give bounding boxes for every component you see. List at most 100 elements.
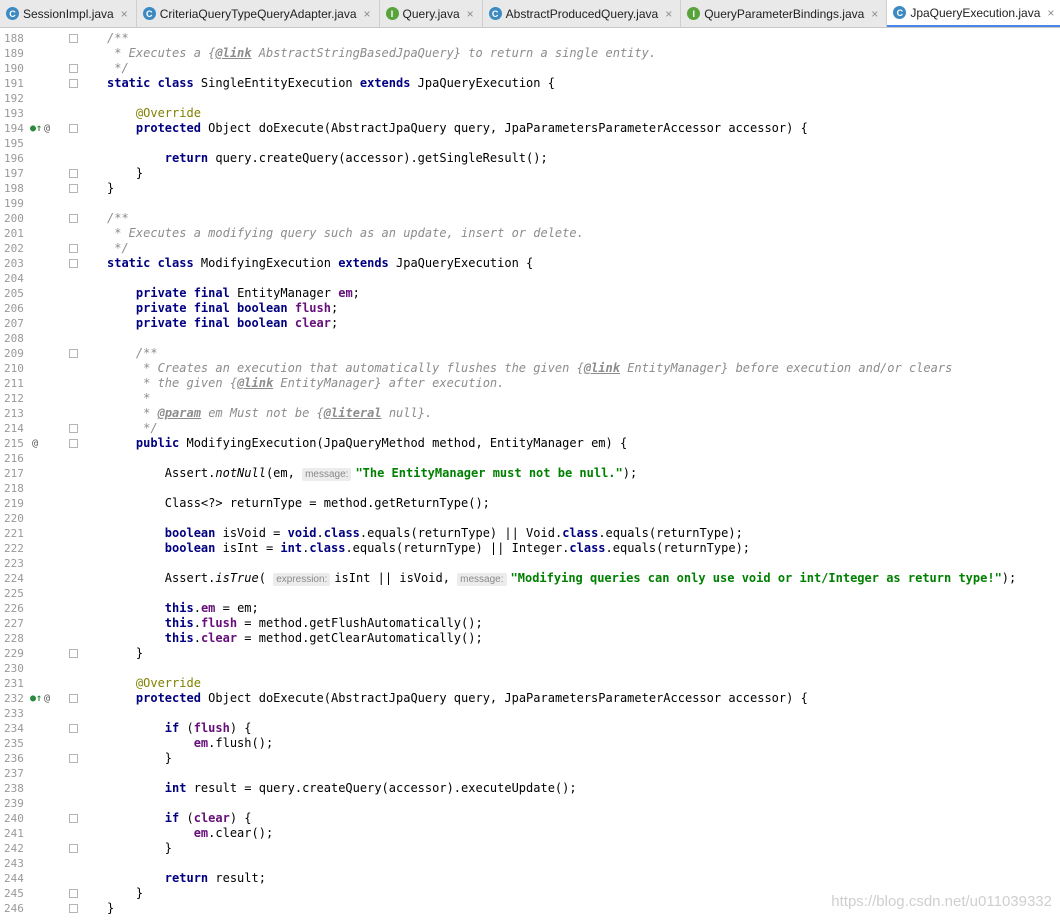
line-number[interactable]: 240: [4, 811, 30, 826]
code-line[interactable]: 218: [0, 481, 1060, 496]
line-number[interactable]: 217: [4, 466, 30, 481]
line-number[interactable]: 192: [4, 91, 30, 106]
line-number[interactable]: 188: [4, 31, 30, 46]
close-tab-icon[interactable]: ×: [121, 7, 128, 21]
line-number[interactable]: 223: [4, 556, 30, 571]
line-number[interactable]: 213: [4, 406, 30, 421]
code-line[interactable]: 240 if (clear) {: [0, 811, 1060, 826]
line-number[interactable]: 211: [4, 376, 30, 391]
code-line[interactable]: 222 boolean isInt = int.class.equals(ret…: [0, 541, 1060, 556]
line-number[interactable]: 242: [4, 841, 30, 856]
line-number[interactable]: 189: [4, 46, 30, 61]
code-line[interactable]: 192: [0, 91, 1060, 106]
fold-toggle-icon[interactable]: [69, 244, 78, 253]
code-editor[interactable]: 188/** 189 * Executes a {@link AbstractSt…: [0, 31, 1060, 920]
code-line[interactable]: 202 */: [0, 241, 1060, 256]
overridden-method-icon[interactable]: ●↑: [30, 693, 42, 704]
line-number[interactable]: 245: [4, 886, 30, 901]
fold-toggle-icon[interactable]: [69, 904, 78, 913]
annotation-icon[interactable]: @: [44, 693, 50, 704]
code-line[interactable]: 211 * the given {@link EntityManager} af…: [0, 376, 1060, 391]
code-line[interactable]: 196 return query.createQuery(accessor).g…: [0, 151, 1060, 166]
code-line[interactable]: 189 * Executes a {@link AbstractStringBa…: [0, 46, 1060, 61]
code-line[interactable]: 216: [0, 451, 1060, 466]
annotation-icon[interactable]: @: [44, 123, 50, 134]
line-number[interactable]: 196: [4, 151, 30, 166]
line-number[interactable]: 208: [4, 331, 30, 346]
tab-criteriaquerytypequeryadapter[interactable]: C CriteriaQueryTypeQueryAdapter.java ×: [137, 0, 380, 27]
line-number[interactable]: 232: [4, 691, 30, 706]
line-number[interactable]: 205: [4, 286, 30, 301]
code-line[interactable]: 212 *: [0, 391, 1060, 406]
line-number[interactable]: 236: [4, 751, 30, 766]
code-line[interactable]: 233: [0, 706, 1060, 721]
line-number[interactable]: 228: [4, 631, 30, 646]
code-line[interactable]: 242 }: [0, 841, 1060, 856]
code-line[interactable]: 227 this.flush = method.getFlushAutomati…: [0, 616, 1060, 631]
line-number[interactable]: 210: [4, 361, 30, 376]
line-number[interactable]: 207: [4, 316, 30, 331]
line-number[interactable]: 212: [4, 391, 30, 406]
code-line[interactable]: 190 */: [0, 61, 1060, 76]
line-number[interactable]: 209: [4, 346, 30, 361]
fold-toggle-icon[interactable]: [69, 649, 78, 658]
code-line[interactable]: 231 @Override: [0, 676, 1060, 691]
line-number[interactable]: 215: [4, 436, 30, 451]
line-number[interactable]: 237: [4, 766, 30, 781]
line-number[interactable]: 234: [4, 721, 30, 736]
line-number[interactable]: 225: [4, 586, 30, 601]
fold-toggle-icon[interactable]: [69, 214, 78, 223]
code-line[interactable]: 236 }: [0, 751, 1060, 766]
fold-toggle-icon[interactable]: [69, 889, 78, 898]
line-number[interactable]: 200: [4, 211, 30, 226]
code-line[interactable]: 237: [0, 766, 1060, 781]
code-line[interactable]: 220: [0, 511, 1060, 526]
code-line[interactable]: 201 * Executes a modifying query such as…: [0, 226, 1060, 241]
code-line[interactable]: 232 ●↑ @ protected Object doExecute(Abstra…: [0, 691, 1060, 706]
code-line[interactable]: 207 private final boolean clear;: [0, 316, 1060, 331]
tab-queryparameterbindings[interactable]: I QueryParameterBindings.java ×: [681, 0, 888, 27]
code-line[interactable]: 206 private final boolean flush;: [0, 301, 1060, 316]
line-number[interactable]: 224: [4, 571, 30, 586]
fold-toggle-icon[interactable]: [69, 439, 78, 448]
code-line[interactable]: 225: [0, 586, 1060, 601]
code-line[interactable]: 223: [0, 556, 1060, 571]
fold-toggle-icon[interactable]: [69, 724, 78, 733]
tab-query[interactable]: I Query.java ×: [380, 0, 483, 27]
line-number[interactable]: 229: [4, 646, 30, 661]
line-number[interactable]: 239: [4, 796, 30, 811]
line-number[interactable]: 195: [4, 136, 30, 151]
line-number[interactable]: 206: [4, 301, 30, 316]
code-line[interactable]: 214 */: [0, 421, 1060, 436]
code-line[interactable]: 238 int result = query.createQuery(acces…: [0, 781, 1060, 796]
code-line[interactable]: 199: [0, 196, 1060, 211]
fold-toggle-icon[interactable]: [69, 64, 78, 73]
code-line[interactable]: 229 }: [0, 646, 1060, 661]
code-line[interactable]: 226 this.em = em;: [0, 601, 1060, 616]
tab-abstractproducedquery[interactable]: C AbstractProducedQuery.java ×: [483, 0, 682, 27]
code-line[interactable]: 188 /**: [0, 31, 1060, 46]
tab-sessionimpl[interactable]: C SessionImpl.java ×: [0, 0, 137, 27]
line-number[interactable]: 246: [4, 901, 30, 916]
annotation-icon[interactable]: @: [32, 438, 38, 449]
line-number[interactable]: 220: [4, 511, 30, 526]
line-number[interactable]: 198: [4, 181, 30, 196]
code-line[interactable]: 228 this.clear = method.getClearAutomati…: [0, 631, 1060, 646]
close-tab-icon[interactable]: ×: [467, 7, 474, 21]
line-number[interactable]: 241: [4, 826, 30, 841]
line-number[interactable]: 203: [4, 256, 30, 271]
close-tab-icon[interactable]: ×: [665, 7, 672, 21]
code-line[interactable]: 215 @ public ModifyingExecution(JpaQueryM…: [0, 436, 1060, 451]
fold-toggle-icon[interactable]: [69, 259, 78, 268]
code-line[interactable]: 239: [0, 796, 1060, 811]
line-number[interactable]: 243: [4, 856, 30, 871]
line-number[interactable]: 233: [4, 706, 30, 721]
fold-toggle-icon[interactable]: [69, 169, 78, 178]
line-number[interactable]: 226: [4, 601, 30, 616]
close-tab-icon[interactable]: ×: [364, 7, 371, 21]
code-line[interactable]: 221 boolean isVoid = void.class.equals(r…: [0, 526, 1060, 541]
code-line[interactable]: 243: [0, 856, 1060, 871]
line-number[interactable]: 238: [4, 781, 30, 796]
line-number[interactable]: 214: [4, 421, 30, 436]
line-number[interactable]: 231: [4, 676, 30, 691]
